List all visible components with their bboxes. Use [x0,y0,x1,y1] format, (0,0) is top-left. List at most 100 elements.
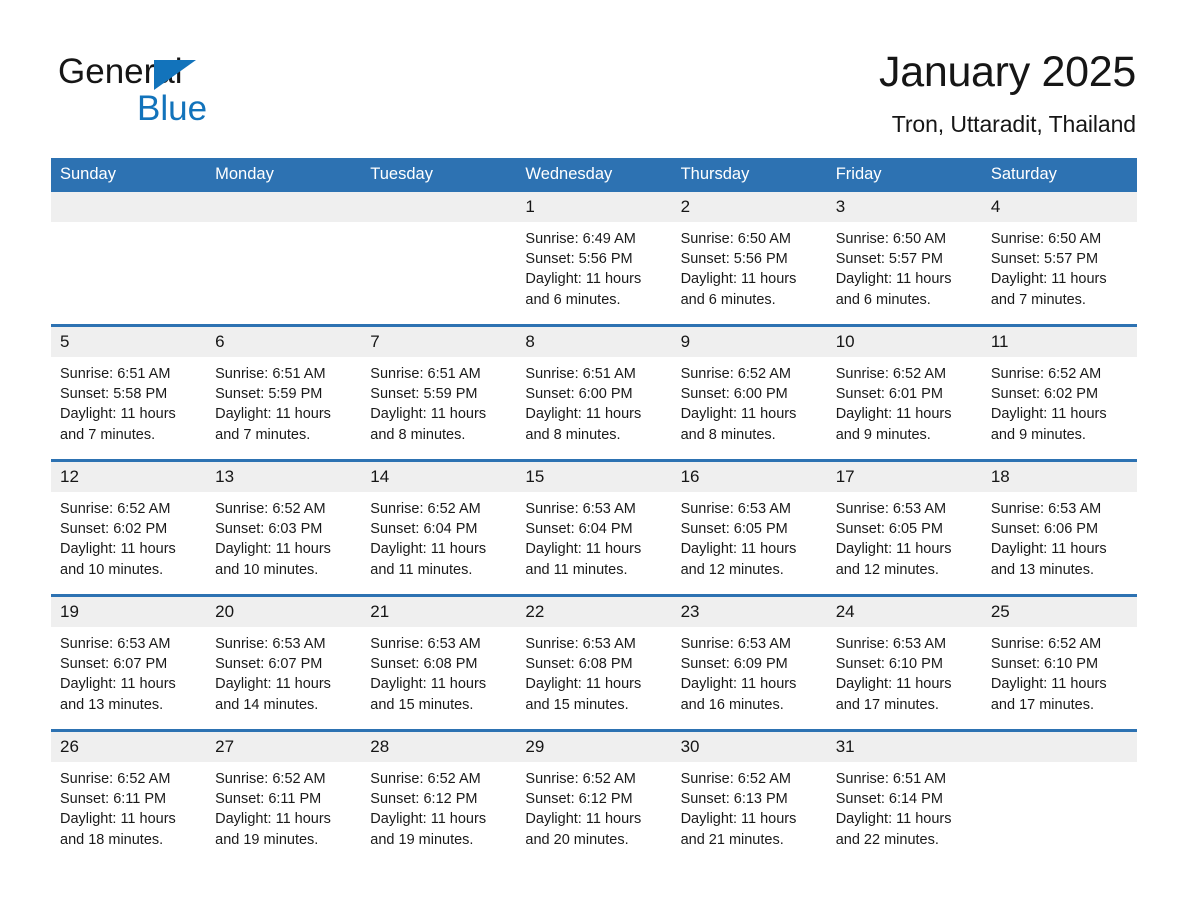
daylight-text: Daylight: 11 hours and 19 minutes. [370,811,487,848]
calendar-day-cell[interactable]: 20 Sunrise: 6:53 AM Sunset: 6:07 PM Dayligh… [206,594,362,731]
day-cell-inner: 31 Sunrise: 6:51 AM Sunset: 6:14 PM Dayligh… [826,732,982,864]
sunset-text: Sunset: 6:12 PM [370,791,478,808]
calendar-day-cell[interactable]: 11 Sunrise: 6:52 AM Sunset: 6:02 PM Dayligh… [981,324,1137,461]
day-cell-details: Sunrise: 6:50 AM Sunset: 5:57 PM Daylight:… [827,222,982,310]
day-number: 20 [206,597,362,627]
day-cell-inner: 11 Sunrise: 6:52 AM Sunset: 6:02 PM Dayligh… [981,327,1137,459]
calendar-day-cell[interactable]: 15 Sunrise: 6:53 AM Sunset: 6:04 PM Dayligh… [516,459,672,596]
day-number: 15 [516,462,672,492]
calendar-day-cell[interactable]: 27 Sunrise: 6:52 AM Sunset: 6:11 PM Dayligh… [206,729,362,864]
calendar-day-cell[interactable]: 19 Sunrise: 6:53 AM Sunset: 6:07 PM Dayligh… [51,594,207,731]
day-cell-details: Sunrise: 6:52 AM Sunset: 6:11 PM Daylight:… [51,762,206,850]
weekday-header-saturday: Saturday [981,158,1137,192]
calendar-day-cell[interactable]: 18 Sunrise: 6:53 AM Sunset: 6:06 PM Dayligh… [981,459,1137,596]
sunset-text: Sunset: 6:00 PM [680,386,788,403]
generalblue-logo[interactable]: General Blue [58,48,298,126]
day-cell-details: Sunrise: 6:49 AM Sunset: 5:56 PM Daylight:… [516,222,671,310]
day-number: 11 [981,327,1137,357]
logo-text-blue: Blue [137,89,208,128]
title-block: January 2025 Tron, Uttaradit, Thailand [879,48,1136,138]
daylight-text: Daylight: 11 hours and 18 minutes. [60,811,176,848]
daylight-text: Daylight: 11 hours and 15 minutes. [370,676,487,713]
daylight-text: Daylight: 11 hours and 10 minutes. [60,541,176,578]
day-cell-inner: 6 Sunrise: 6:51 AM Sunset: 5:59 PM Daylight… [206,327,362,459]
calendar-day-cell[interactable]: 21 Sunrise: 6:53 AM Sunset: 6:08 PM Dayligh… [361,594,517,731]
calendar-day-cell[interactable]: 2 Sunrise: 6:50 AM Sunset: 5:56 PM Daylight… [671,192,827,326]
calendar-day-cell[interactable]: 12 Sunrise: 6:52 AM Sunset: 6:02 PM Dayligh… [51,459,207,596]
daylight-text: Daylight: 11 hours and 9 minutes. [835,406,952,443]
calendar-day-cell[interactable]: 23 Sunrise: 6:53 AM Sunset: 6:09 PM Dayligh… [671,594,827,731]
day-number: 29 [516,732,672,762]
calendar-day-cell[interactable]: 13 Sunrise: 6:52 AM Sunset: 6:03 PM Dayligh… [206,459,362,596]
calendar-day-cell[interactable]: 10 Sunrise: 6:52 AM Sunset: 6:01 PM Dayligh… [826,324,982,461]
day-number: 31 [826,732,982,762]
sunset-text: Sunset: 5:58 PM [60,386,168,403]
daylight-text: Daylight: 11 hours and 17 minutes. [835,676,952,713]
weekday-header-tuesday: Tuesday [361,158,517,192]
calendar-day-cell[interactable]: 22 Sunrise: 6:53 AM Sunset: 6:08 PM Dayligh… [516,594,672,731]
daylight-text: Daylight: 11 hours and 12 minutes. [680,541,797,578]
daylight-text: Daylight: 11 hours and 17 minutes. [990,676,1107,713]
sunset-text: Sunset: 6:12 PM [525,791,633,808]
calendar-day-cell[interactable]: 9 Sunrise: 6:52 AM Sunset: 6:00 PM Daylight… [671,324,827,461]
sunrise-text: Sunrise: 6:53 AM [990,501,1102,517]
sunrise-text: Sunrise: 6:50 AM [680,231,791,247]
day-cell-details: Sunrise: 6:51 AM Sunset: 5:59 PM Daylight:… [361,357,516,445]
sunset-text: Sunset: 6:10 PM [835,656,943,673]
day-number: 19 [51,597,207,627]
daylight-text: Daylight: 11 hours and 14 minutes. [215,676,331,713]
page-subtitle: Tron, Uttaradit, Thailand [891,111,1136,138]
day-number: 2 [671,192,827,222]
calendar-day-cell-empty [51,192,207,326]
daylight-text: Daylight: 11 hours and 9 minutes. [990,406,1107,443]
calendar-day-cell[interactable]: 24 Sunrise: 6:53 AM Sunset: 6:10 PM Dayligh… [826,594,982,731]
page-header: General Blue January 2025 Tron, Uttaradi… [0,0,1188,138]
daylight-text: Daylight: 11 hours and 21 minutes. [680,811,797,848]
day-number: 28 [361,732,517,762]
calendar-day-cell[interactable]: 5 Sunrise: 6:51 AM Sunset: 5:58 PM Daylight… [51,324,207,461]
day-number [51,192,207,222]
day-cell-details: Sunrise: 6:51 AM Sunset: 5:59 PM Daylight:… [206,357,361,445]
day-cell-inner [51,192,207,324]
day-cell-inner: 27 Sunrise: 6:52 AM Sunset: 6:11 PM Dayligh… [206,732,362,864]
day-cell-inner: 19 Sunrise: 6:53 AM Sunset: 6:07 PM Dayligh… [51,597,207,729]
sunset-text: Sunset: 6:07 PM [215,656,323,673]
calendar-day-cell[interactable]: 28 Sunrise: 6:52 AM Sunset: 6:12 PM Dayligh… [361,729,517,864]
calendar-day-cell[interactable]: 25 Sunrise: 6:52 AM Sunset: 6:10 PM Dayligh… [981,594,1137,731]
daylight-text: Daylight: 11 hours and 12 minutes. [835,541,952,578]
calendar-day-cell[interactable]: 31 Sunrise: 6:51 AM Sunset: 6:14 PM Dayligh… [826,729,982,864]
calendar-body: 1 Sunrise: 6:49 AM Sunset: 5:56 PM Daylight… [51,192,1137,864]
weekday-header-wednesday: Wednesday [516,158,672,192]
calendar-day-cell[interactable]: 29 Sunrise: 6:52 AM Sunset: 6:12 PM Dayligh… [516,729,672,864]
day-number: 9 [671,327,827,357]
calendar-day-cell-empty [981,729,1137,864]
calendar-day-cell[interactable]: 3 Sunrise: 6:50 AM Sunset: 5:57 PM Daylight… [826,192,982,326]
calendar-day-cell[interactable]: 8 Sunrise: 6:51 AM Sunset: 6:00 PM Daylight… [516,324,672,461]
daylight-text: Daylight: 11 hours and 13 minutes. [990,541,1107,578]
calendar-day-cell[interactable]: 14 Sunrise: 6:52 AM Sunset: 6:04 PM Dayligh… [361,459,517,596]
day-number: 22 [516,597,672,627]
day-cell-inner [981,732,1137,864]
day-cell-details: Sunrise: 6:51 AM Sunset: 6:14 PM Daylight:… [827,762,982,850]
day-cell-inner [206,192,362,324]
sunset-text: Sunset: 5:59 PM [215,386,323,403]
calendar-day-cell[interactable]: 6 Sunrise: 6:51 AM Sunset: 5:59 PM Daylight… [206,324,362,461]
calendar-day-cell[interactable]: 4 Sunrise: 6:50 AM Sunset: 5:57 PM Daylight… [981,192,1137,326]
day-number: 10 [826,327,982,357]
calendar-day-cell[interactable]: 26 Sunrise: 6:52 AM Sunset: 6:11 PM Dayligh… [51,729,207,864]
day-cell-inner: 20 Sunrise: 6:53 AM Sunset: 6:07 PM Dayligh… [206,597,362,729]
sunrise-text: Sunrise: 6:50 AM [990,231,1102,247]
calendar-day-cell[interactable]: 7 Sunrise: 6:51 AM Sunset: 5:59 PM Daylight… [361,324,517,461]
day-cell-details: Sunrise: 6:53 AM Sunset: 6:08 PM Daylight:… [361,627,516,715]
daylight-text: Daylight: 11 hours and 8 minutes. [680,406,797,443]
calendar-day-cell[interactable]: 17 Sunrise: 6:53 AM Sunset: 6:05 PM Dayligh… [826,459,982,596]
day-number: 7 [361,327,517,357]
day-number: 3 [826,192,982,222]
day-cell-details: Sunrise: 6:52 AM Sunset: 6:01 PM Daylight:… [827,357,982,445]
sunset-text: Sunset: 6:00 PM [525,386,633,403]
calendar-day-cell[interactable]: 16 Sunrise: 6:53 AM Sunset: 6:05 PM Dayligh… [671,459,827,596]
day-cell-details: Sunrise: 6:53 AM Sunset: 6:07 PM Daylight:… [206,627,361,715]
sunset-text: Sunset: 6:02 PM [990,386,1099,403]
calendar-day-cell[interactable]: 1 Sunrise: 6:49 AM Sunset: 5:56 PM Daylight… [516,192,672,326]
calendar-day-cell[interactable]: 30 Sunrise: 6:52 AM Sunset: 6:13 PM Dayligh… [671,729,827,864]
